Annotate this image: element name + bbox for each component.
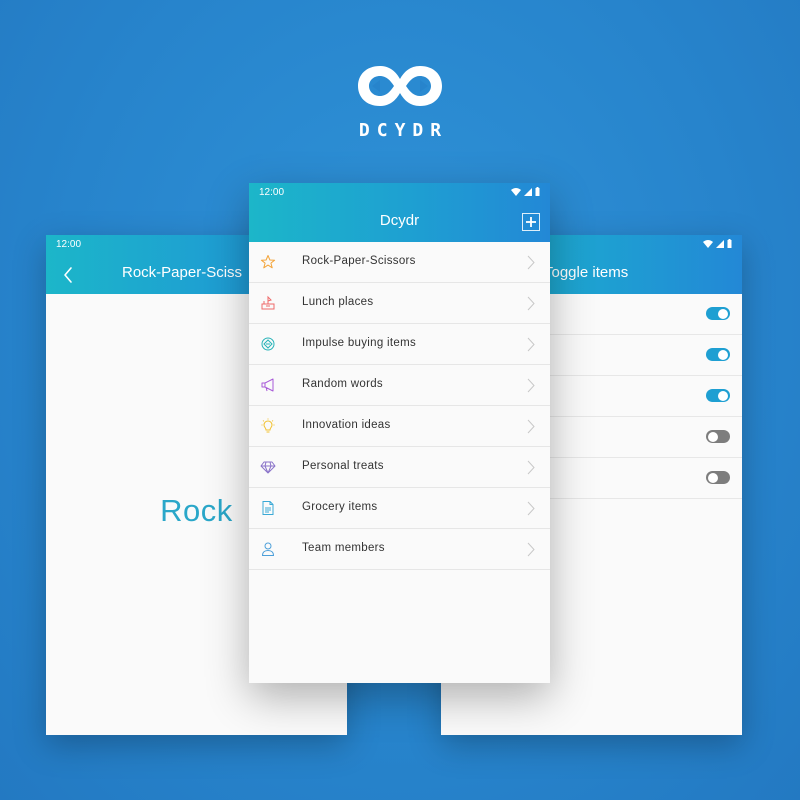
toggle-knob bbox=[708, 472, 718, 483]
status-time: 12:00 bbox=[259, 187, 285, 198]
toggle-knob bbox=[718, 308, 728, 319]
chevron-right-icon bbox=[527, 501, 535, 516]
list-item-label: Innovation ideas bbox=[302, 419, 391, 431]
battery-icon bbox=[535, 187, 540, 196]
list-item[interactable]: Personal treats bbox=[249, 447, 550, 488]
status-icons bbox=[703, 239, 732, 248]
brand-header: DCYDR bbox=[0, 60, 800, 141]
status-time: 12:00 bbox=[56, 239, 82, 250]
list-item-label: Rock-Paper-Scissors bbox=[302, 255, 416, 267]
star-icon bbox=[260, 255, 276, 269]
lunch-icon bbox=[261, 295, 275, 310]
toggle-knob bbox=[718, 349, 728, 360]
app-bar: 12:00 Dcydr bbox=[249, 183, 550, 242]
toggle-switch[interactable] bbox=[706, 348, 730, 361]
wifi-icon bbox=[511, 187, 521, 196]
chevron-right-icon bbox=[527, 296, 535, 311]
list-item[interactable]: Impulse buying items bbox=[249, 324, 550, 365]
signal-icon bbox=[716, 239, 724, 248]
document-icon bbox=[262, 501, 274, 515]
battery-icon bbox=[727, 239, 732, 248]
dcydr-home-screen: 12:00 Dcydr Rock-Paper-Scissors Lunch pl… bbox=[249, 183, 550, 683]
brand-name: DCYDR bbox=[358, 120, 449, 141]
list-item-label: Grocery items bbox=[302, 501, 378, 513]
list-item[interactable]: Team members bbox=[249, 529, 550, 570]
tag-icon bbox=[261, 337, 275, 351]
chevron-right-icon bbox=[527, 460, 535, 475]
toggle-switch[interactable] bbox=[706, 430, 730, 443]
list-item[interactable]: Random words bbox=[249, 365, 550, 406]
list-item[interactable]: Rock-Paper-Scissors bbox=[249, 242, 550, 283]
diamond-icon bbox=[260, 461, 276, 474]
list-item[interactable]: Lunch places bbox=[249, 283, 550, 324]
wifi-icon bbox=[703, 239, 713, 248]
chevron-right-icon bbox=[527, 542, 535, 557]
lightbulb-icon bbox=[261, 418, 275, 433]
chevron-right-icon bbox=[527, 255, 535, 270]
list-item-label: Random words bbox=[302, 378, 383, 390]
signal-icon bbox=[524, 187, 532, 196]
list-item[interactable]: Grocery items bbox=[249, 488, 550, 529]
add-list-button[interactable] bbox=[522, 213, 540, 231]
dcydr-logo-icon bbox=[358, 66, 442, 106]
chevron-right-icon bbox=[527, 419, 535, 434]
chevron-right-icon bbox=[527, 378, 535, 393]
toggle-knob bbox=[708, 431, 718, 442]
toggle-switch[interactable] bbox=[706, 471, 730, 484]
toggle-switch[interactable] bbox=[706, 307, 730, 320]
list-item-label: Team members bbox=[302, 542, 385, 554]
person-icon bbox=[261, 542, 275, 556]
list-item[interactable]: Innovation ideas bbox=[249, 406, 550, 447]
toggle-switch[interactable] bbox=[706, 389, 730, 402]
list-item-label: Lunch places bbox=[302, 296, 374, 308]
megaphone-icon bbox=[261, 378, 274, 392]
status-icons bbox=[511, 187, 540, 196]
chevron-right-icon bbox=[527, 337, 535, 352]
status-bar: 12:00 bbox=[249, 183, 550, 203]
list-item-label: Personal treats bbox=[302, 460, 384, 472]
toggle-knob bbox=[718, 390, 728, 401]
decision-list: Rock-Paper-Scissors Lunch places Impulse… bbox=[249, 242, 550, 570]
app-title: Dcydr bbox=[379, 212, 420, 229]
list-item-label: Impulse buying items bbox=[302, 337, 417, 349]
